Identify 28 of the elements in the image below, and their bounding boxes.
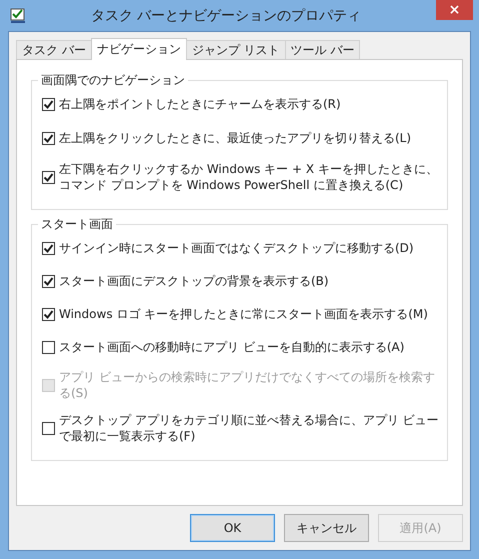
checkbox[interactable] [42,170,55,184]
checkbox-label: 右上隅をポイントしたときにチャームを表示する(R) [59,96,341,112]
checkbox-label: 左下隅を右クリックするか Windows キー + X キーを押したときに、コマンド プロンプトを Windows PowerShell に置き換える(C) [59,161,439,193]
group-title: 画面隅でのナビゲーション [38,73,188,87]
tab[interactable]: ツール バー [284,40,360,59]
checkbox-label: 左上隅をクリックしたときに、最近使ったアプリを切り替える(L) [59,130,412,146]
checkbox-label: Windows ロゴ キーを押したときに常にスタート画面を表示する(M) [59,306,428,322]
checkbox-label: スタート画面への移動時にアプリ ビューを自動的に表示する(A) [59,339,404,355]
checkbox[interactable] [42,242,55,254]
checkbox[interactable] [42,308,55,320]
checkbox[interactable] [42,340,55,354]
checkbox[interactable] [42,132,55,144]
tab[interactable]: ナビゲーション [90,38,187,60]
checkbox-label: サインイン時にスタート画面ではなくデスクトップに移動する(D) [59,240,414,256]
checkbox-label: スタート画面にデスクトップの背景を表示する(B) [59,273,329,289]
app-icon [10,8,26,24]
tab[interactable]: タスク バー [16,40,92,59]
checkbox[interactable] [42,98,55,110]
dialog-button[interactable]: キャンセル [284,514,369,542]
checkbox[interactable] [42,422,55,434]
close-button[interactable]: × [436,0,473,20]
checkbox[interactable] [42,274,55,288]
checkbox-label: デスクトップ アプリをカテゴリ順に並べ替える場合に、アプリ ビューで最初に一覧表示する(F) [59,412,439,444]
checkbox-label: アプリ ビューからの検索時にアプリだけでなくすべての場所を検索する(S) [59,369,436,401]
group-title: スタート画面 [38,217,116,231]
tab[interactable]: ジャンプ リスト [186,40,286,59]
window-title: タスク バーとナビゲーションのプロパティ [90,6,362,24]
dialog-button[interactable]: OK [190,514,275,542]
